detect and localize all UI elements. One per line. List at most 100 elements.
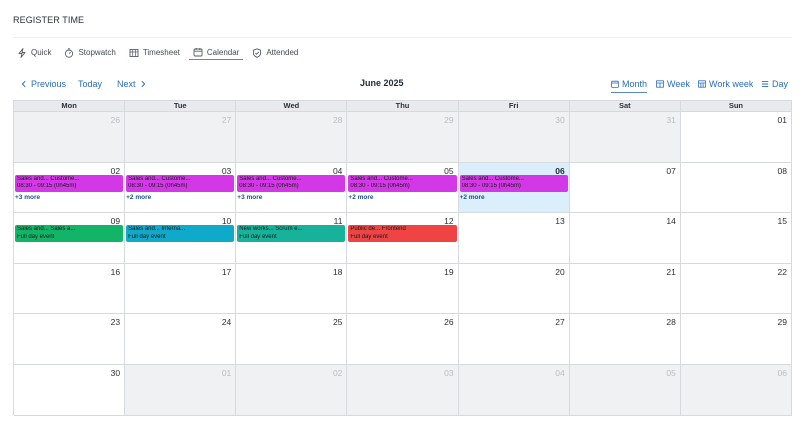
show-more-link[interactable]: +2 more — [460, 194, 485, 201]
show-more-link[interactable]: +3 more — [15, 194, 40, 201]
tab-stopwatch[interactable]: Stopwatch — [60, 45, 119, 60]
calendar-day-cell[interactable]: 11 New works... Scrum e... Full day event — [236, 213, 348, 264]
day-number[interactable]: 29 — [778, 317, 787, 327]
calendar-day-cell[interactable]: 31 — [569, 112, 681, 163]
calendar-event[interactable]: Sales and... Custome... 08:30 - 09:15 (0h… — [237, 174, 346, 192]
calendar-day-cell[interactable]: 29 — [347, 112, 459, 163]
day-number[interactable]: 14 — [666, 216, 675, 226]
calendar-day-cell[interactable]: 07 — [569, 162, 681, 214]
day-number[interactable]: 26 — [444, 317, 453, 327]
calendar-event[interactable]: Sales and... Custome... 08:30 - 09:15 (0h… — [15, 174, 124, 192]
day-number[interactable]: 19 — [444, 267, 453, 277]
day-number[interactable]: 26 — [111, 115, 120, 125]
show-more-link[interactable]: +2 more — [348, 194, 373, 201]
calendar-event[interactable]: Public de... Frontend Full day event — [348, 225, 457, 243]
day-number[interactable]: 31 — [666, 115, 675, 125]
calendar-day-cell[interactable]: 04 — [458, 364, 570, 416]
day-number[interactable]: 15 — [778, 216, 787, 226]
day-number[interactable]: 01 — [778, 115, 787, 125]
day-number[interactable]: 30 — [111, 368, 120, 378]
calendar-day-cell[interactable]: 30 — [458, 112, 570, 163]
day-number[interactable]: 01 — [222, 368, 231, 378]
view-work-week-button[interactable]: Work week — [698, 76, 753, 92]
day-number[interactable]: 08 — [778, 166, 787, 176]
calendar-day-cell[interactable]: 10 Sales and... Interna... Full day event — [125, 213, 237, 264]
day-number[interactable]: 23 — [111, 317, 120, 327]
day-number[interactable]: 13 — [555, 216, 564, 226]
calendar-day-cell[interactable]: 03 — [347, 364, 459, 416]
day-number[interactable]: 03 — [444, 368, 453, 378]
calendar-day-cell[interactable]: 06 — [680, 364, 792, 416]
calendar-event[interactable]: Sales and... Custome... 08:30 - 09:15 (0h… — [348, 174, 457, 192]
calendar-day-cell[interactable]: 24 — [125, 314, 237, 365]
show-more-link[interactable]: +3 more — [237, 194, 262, 201]
calendar-day-cell[interactable]: 20 — [458, 263, 570, 315]
calendar-day-cell[interactable]: 02 — [236, 364, 348, 416]
calendar-day-cell[interactable]: 22 — [680, 263, 792, 315]
tab-attended[interactable]: Attended — [248, 45, 302, 60]
calendar-event[interactable]: Sales and... Sales a... Full day event — [15, 225, 124, 243]
calendar-day-cell[interactable]: 16 — [14, 263, 126, 315]
day-number[interactable]: 06 — [778, 368, 787, 378]
day-number[interactable]: 17 — [222, 267, 231, 277]
calendar-day-cell[interactable]: 27 — [125, 112, 237, 163]
calendar-day-cell[interactable]: 28 — [569, 314, 681, 365]
calendar-day-cell[interactable]: 04 Sales and... Custome... 08:30 - 09:15 (… — [236, 162, 348, 214]
day-number[interactable]: 21 — [666, 267, 675, 277]
calendar-day-cell[interactable]: 26 — [347, 314, 459, 365]
calendar-day-cell[interactable]: 05 — [569, 364, 681, 416]
day-number[interactable]: 16 — [111, 267, 120, 277]
calendar-day-cell[interactable]: 19 — [347, 263, 459, 315]
view-day-button[interactable]: Day — [761, 76, 788, 92]
show-more-link[interactable]: +2 more — [126, 194, 151, 201]
calendar-day-cell[interactable]: 02 Sales and... Custome... 08:30 - 09:15 (… — [14, 162, 126, 214]
day-number[interactable]: 29 — [444, 115, 453, 125]
next-button[interactable]: Next — [117, 76, 147, 92]
calendar-day-cell[interactable]: 23 — [14, 314, 126, 365]
calendar-day-cell[interactable]: 08 — [680, 162, 792, 214]
calendar-day-cell[interactable]: 30 — [14, 364, 126, 416]
calendar-day-cell[interactable]: 17 — [125, 263, 237, 315]
day-number[interactable]: 24 — [222, 317, 231, 327]
calendar-event[interactable]: Sales and... Custome... 08:30 - 09:15 (0h… — [126, 174, 235, 192]
view-month-button[interactable]: Month — [611, 76, 648, 93]
calendar-day-cell[interactable]: 05 Sales and... Custome... 08:30 - 09:15 (… — [347, 162, 459, 214]
calendar-day-cell[interactable]: 18 — [236, 263, 348, 315]
day-number[interactable]: 20 — [555, 267, 564, 277]
calendar-day-cell[interactable]: 09 Sales and... Sales a... Full day event — [14, 213, 126, 264]
today-button[interactable]: Today — [78, 76, 102, 92]
calendar-day-cell[interactable]: 21 — [569, 263, 681, 315]
calendar-day-cell-today[interactable]: 06 Sales and... Custome... 08:30 - 09:15 (… — [458, 162, 570, 214]
day-number[interactable]: 18 — [333, 267, 342, 277]
view-week-button[interactable]: Week — [656, 76, 690, 92]
day-number[interactable]: 25 — [333, 317, 342, 327]
day-number[interactable]: 07 — [666, 166, 675, 176]
day-number[interactable]: 30 — [555, 115, 564, 125]
tab-timesheet[interactable]: Timesheet — [125, 45, 184, 60]
calendar-event[interactable]: Sales and... Interna... Full day event — [126, 225, 235, 243]
calendar-day-cell[interactable]: 03 Sales and... Custome... 08:30 - 09:15 (… — [125, 162, 237, 214]
calendar-day-cell[interactable]: 14 — [569, 213, 681, 264]
calendar-day-cell[interactable]: 01 — [125, 364, 237, 416]
calendar-day-cell[interactable]: 13 — [458, 213, 570, 264]
calendar-day-cell[interactable]: 26 — [14, 112, 126, 163]
day-number[interactable]: 22 — [778, 267, 787, 277]
day-number[interactable]: 28 — [666, 317, 675, 327]
day-number[interactable]: 02 — [333, 368, 342, 378]
calendar-day-cell[interactable]: 12 Public de... Frontend Full day event — [347, 213, 459, 264]
calendar-day-cell[interactable]: 29 — [680, 314, 792, 365]
calendar-event[interactable]: New works... Scrum e... Full day event — [237, 225, 346, 243]
calendar-day-cell[interactable]: 25 — [236, 314, 348, 365]
previous-button[interactable]: Previous — [20, 76, 66, 92]
calendar-day-cell[interactable]: 27 — [458, 314, 570, 365]
day-number[interactable]: 05 — [666, 368, 675, 378]
tab-quick[interactable]: Quick — [13, 45, 55, 60]
calendar-day-cell[interactable]: 01 — [680, 112, 792, 163]
calendar-day-cell[interactable]: 15 — [680, 213, 792, 264]
day-number[interactable]: 04 — [555, 368, 564, 378]
calendar-day-cell[interactable]: 28 — [236, 112, 348, 163]
day-number[interactable]: 28 — [333, 115, 342, 125]
day-number[interactable]: 27 — [222, 115, 231, 125]
day-number[interactable]: 27 — [555, 317, 564, 327]
calendar-event[interactable]: Sales and... Custome... 08:30 - 09:15 (0h… — [459, 174, 568, 192]
